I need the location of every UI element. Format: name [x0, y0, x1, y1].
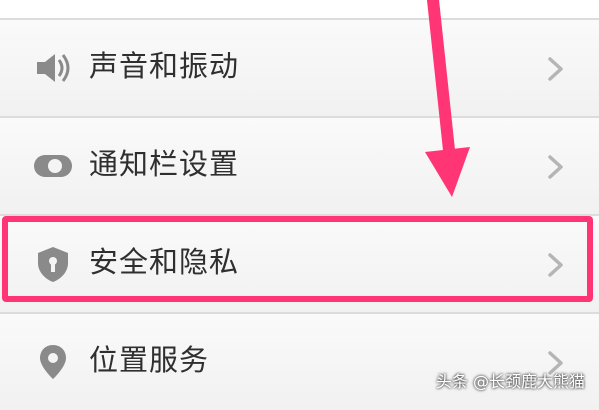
settings-item-notification-bar[interactable]: 通知栏设置 — [0, 118, 599, 214]
location-pin-icon — [40, 345, 66, 379]
settings-list: 声音和振动 通知栏设置 安全和隐私 位置服务 — [0, 0, 599, 410]
settings-item-label: 声音和振动 — [89, 49, 240, 83]
toggle-icon — [34, 155, 72, 177]
settings-item-sound-vibration[interactable]: 声音和振动 — [0, 20, 599, 116]
chevron-right-icon — [548, 155, 563, 179]
highlight-box — [2, 216, 593, 302]
speaker-icon — [37, 54, 70, 82]
watermark: 头条 @长颈鹿大熊猫 — [435, 372, 585, 391]
settings-item-location-services[interactable]: 位置服务 — [0, 314, 599, 410]
settings-item-label: 位置服务 — [89, 343, 210, 377]
chevron-right-icon — [548, 57, 563, 81]
settings-item-label: 通知栏设置 — [89, 147, 240, 181]
